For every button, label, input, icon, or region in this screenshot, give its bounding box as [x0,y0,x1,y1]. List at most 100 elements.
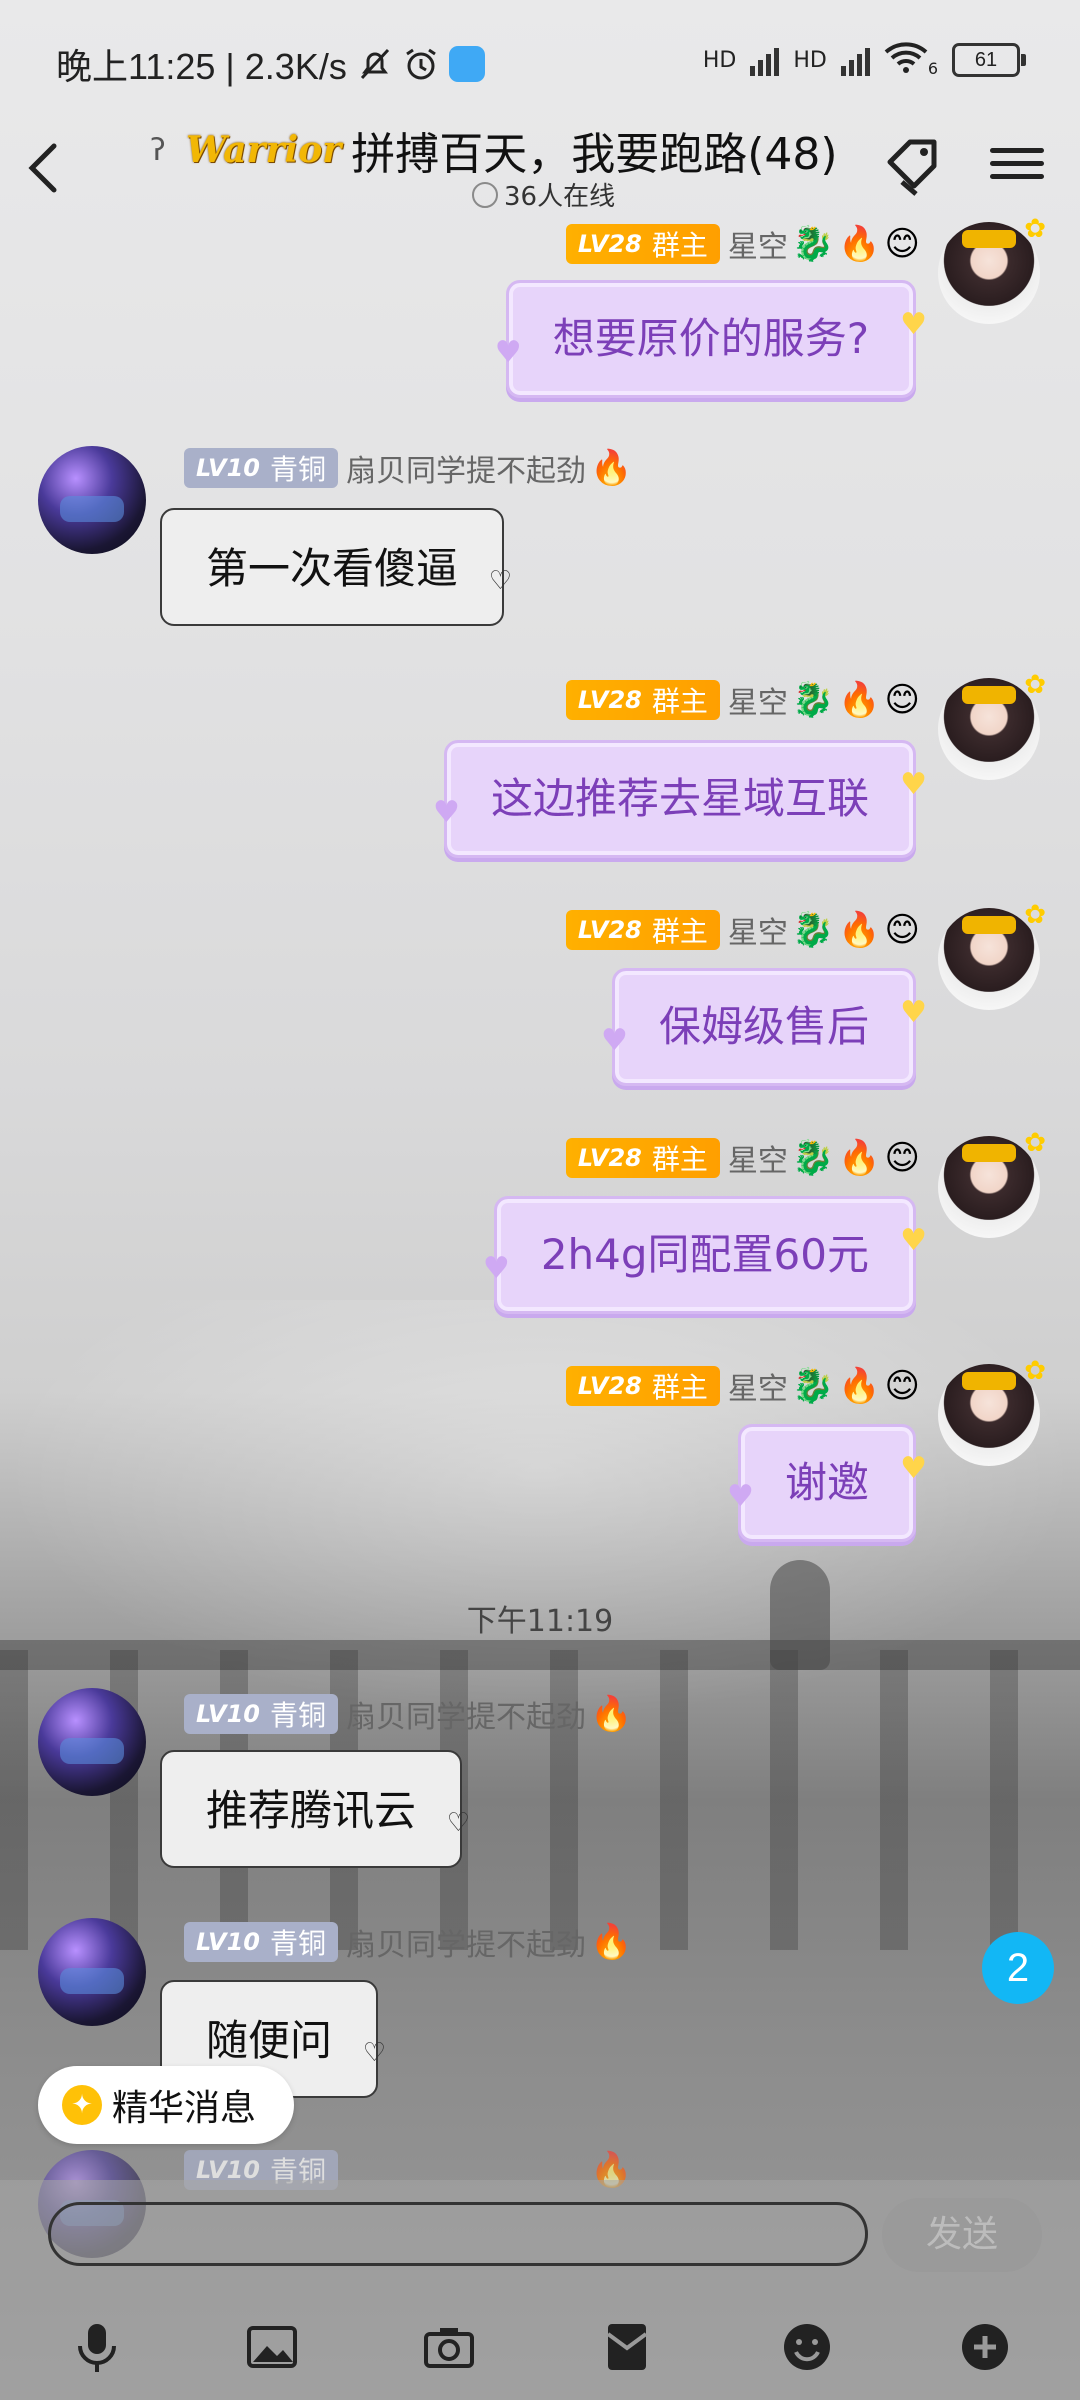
member-badge[interactable]: LV10 青铜 [184,1922,338,1962]
fire-icon: 🔥 [589,1922,633,1962]
image-icon[interactable] [245,2320,299,2374]
level-text: LV28 [577,1372,642,1400]
ear-icon: ʔ [150,132,166,168]
sender-row: LV10 青铜 扇贝同学提不起劲 🔥 [184,446,632,490]
essence-messages-button[interactable]: ✦ 精华消息 [38,2066,294,2144]
microphone-icon[interactable] [70,2320,124,2374]
input-area: 发送 [0,2180,1080,2400]
level-text: LV10 [196,1928,260,1956]
message-input[interactable] [48,2202,868,2266]
fire-icon: 🔥 [838,224,881,264]
app-notification-icon [448,46,485,82]
sender-nick[interactable]: 星空 [728,222,788,266]
message-bubble[interactable]: 想要原价的服务? ♥ ♥ [495,280,927,398]
avatar[interactable] [938,670,1046,780]
menu-line [990,148,1044,153]
avatar[interactable] [938,214,1046,324]
menu-button[interactable] [990,140,1044,194]
member-badge[interactable]: LV10 青铜 [184,1694,338,1734]
role-text: 群主 [651,229,708,262]
message-bubble[interactable]: 推荐腾讯云 ♡ [160,1750,470,1868]
smile-flower-icon: 😊 [884,910,920,950]
status-time-speed: 晚上11:25 | 2.3K/s [56,46,347,87]
heart-icon: ♡ [362,2038,387,2068]
avatar[interactable] [938,1356,1046,1466]
sender-nick[interactable]: 星空 [728,1136,788,1180]
message-bubble[interactable]: 这边推荐去星域互联 ♥ ♥ [433,740,927,858]
wifi-icon [884,40,928,80]
sender-nick[interactable]: 扇贝同学提不起劲 [346,1692,586,1736]
owner-badge[interactable]: LV28 群主 [565,224,720,264]
wifi-sub-label: 6 [927,58,938,78]
message-bubble[interactable]: 第一次看傻逼 ♡ [160,508,512,626]
fire-icon: 🔥 [838,910,881,950]
role-text: 群主 [651,1143,708,1176]
message-text: 第一次看傻逼 [206,544,459,593]
owner-badge[interactable]: LV28 群主 [565,1138,720,1178]
rank-text: 青铜 [269,453,326,486]
rank-text: 青铜 [269,1699,326,1732]
input-toolbar [0,2320,1080,2380]
level-text: LV28 [577,916,642,944]
menu-line [990,161,1044,166]
hd-label: HD [702,47,737,73]
smile-flower-icon: 😊 [884,680,920,720]
fire-icon: 🔥 [838,1366,881,1406]
role-text: 群主 [651,685,708,718]
heart-icon: ♥ [432,795,460,830]
message-bubble[interactable]: 2h4g同配置60元 ♥ ♥ [483,1196,927,1314]
red-packet-icon[interactable] [600,2320,654,2374]
heart-icon: ♥ [494,335,522,370]
sender-nick[interactable]: 星空 [728,678,788,722]
member-badge[interactable]: LV10 青铜 [184,448,338,488]
heart-icon: ♡ [488,566,513,596]
heart-icon: ♥ [900,1223,927,1258]
online-icon [472,181,498,208]
level-text: LV28 [577,230,642,258]
dragon-emoji-icon: 🐉 [791,680,835,720]
avatar[interactable] [38,1918,146,2026]
plus-icon[interactable] [958,2320,1012,2374]
avatar[interactable] [38,446,146,554]
fire-icon: 🔥 [589,448,633,488]
message-text: 保姆级售后 [658,1002,869,1051]
owner-badge[interactable]: LV28 群主 [565,680,720,720]
heart-icon: ♥ [900,1451,927,1486]
avatar[interactable] [938,900,1046,1010]
menu-line [990,174,1044,179]
owner-badge[interactable]: LV28 群主 [565,910,720,950]
smile-flower-icon: 😊 [884,1138,920,1178]
unread-count-badge[interactable]: 2 [982,1932,1054,2004]
essence-flame-icon: ✦ [62,2085,102,2125]
heart-icon: ♥ [900,307,927,342]
back-button[interactable] [16,138,76,198]
camera-icon[interactable] [422,2320,476,2374]
fire-icon: 🔥 [838,1138,881,1178]
level-text: LV10 [196,1700,260,1728]
smile-flower-icon: 😊 [884,224,920,264]
message-text: 这边推荐去星域互联 [490,774,869,823]
emoji-icon[interactable] [780,2320,834,2374]
send-button[interactable]: 发送 [882,2198,1042,2272]
avatar[interactable] [938,1128,1046,1238]
message-timestamp: 下午11:19 [466,1604,614,1639]
group-title: 拼搏百天，我要跑路(48) [351,129,838,180]
sender-nick[interactable]: 星空 [728,1364,788,1408]
title-row[interactable]: ʔ Warrior 拼搏百天，我要跑路(48) [140,118,838,182]
online-count: 36人在线 [504,182,616,212]
message-bubble[interactable]: 保姆级售后 ♥ ♥ [601,968,927,1086]
share-tag-icon [887,139,937,196]
message-bubble[interactable]: 谢邀 ♥ ♥ [727,1424,927,1542]
level-text: LV10 [196,454,260,482]
status-left: 晚上11:25 | 2.3K/s [56,38,485,90]
dragon-emoji-icon: 🐉 [791,1138,835,1178]
sender-nick[interactable]: 扇贝同学提不起劲 [346,1920,586,1964]
avatar[interactable] [38,1688,146,1796]
role-text: 群主 [651,1371,708,1404]
sender-row: LV28 群主 星空 🐉 🔥 😊 [565,222,920,266]
owner-badge[interactable]: LV28 群主 [565,1366,720,1406]
sender-nick[interactable]: 星空 [728,908,788,952]
sender-nick[interactable]: 扇贝同学提不起劲 [346,446,586,490]
message-text: 谢邀 [784,1458,869,1507]
share-button[interactable] [880,132,950,202]
